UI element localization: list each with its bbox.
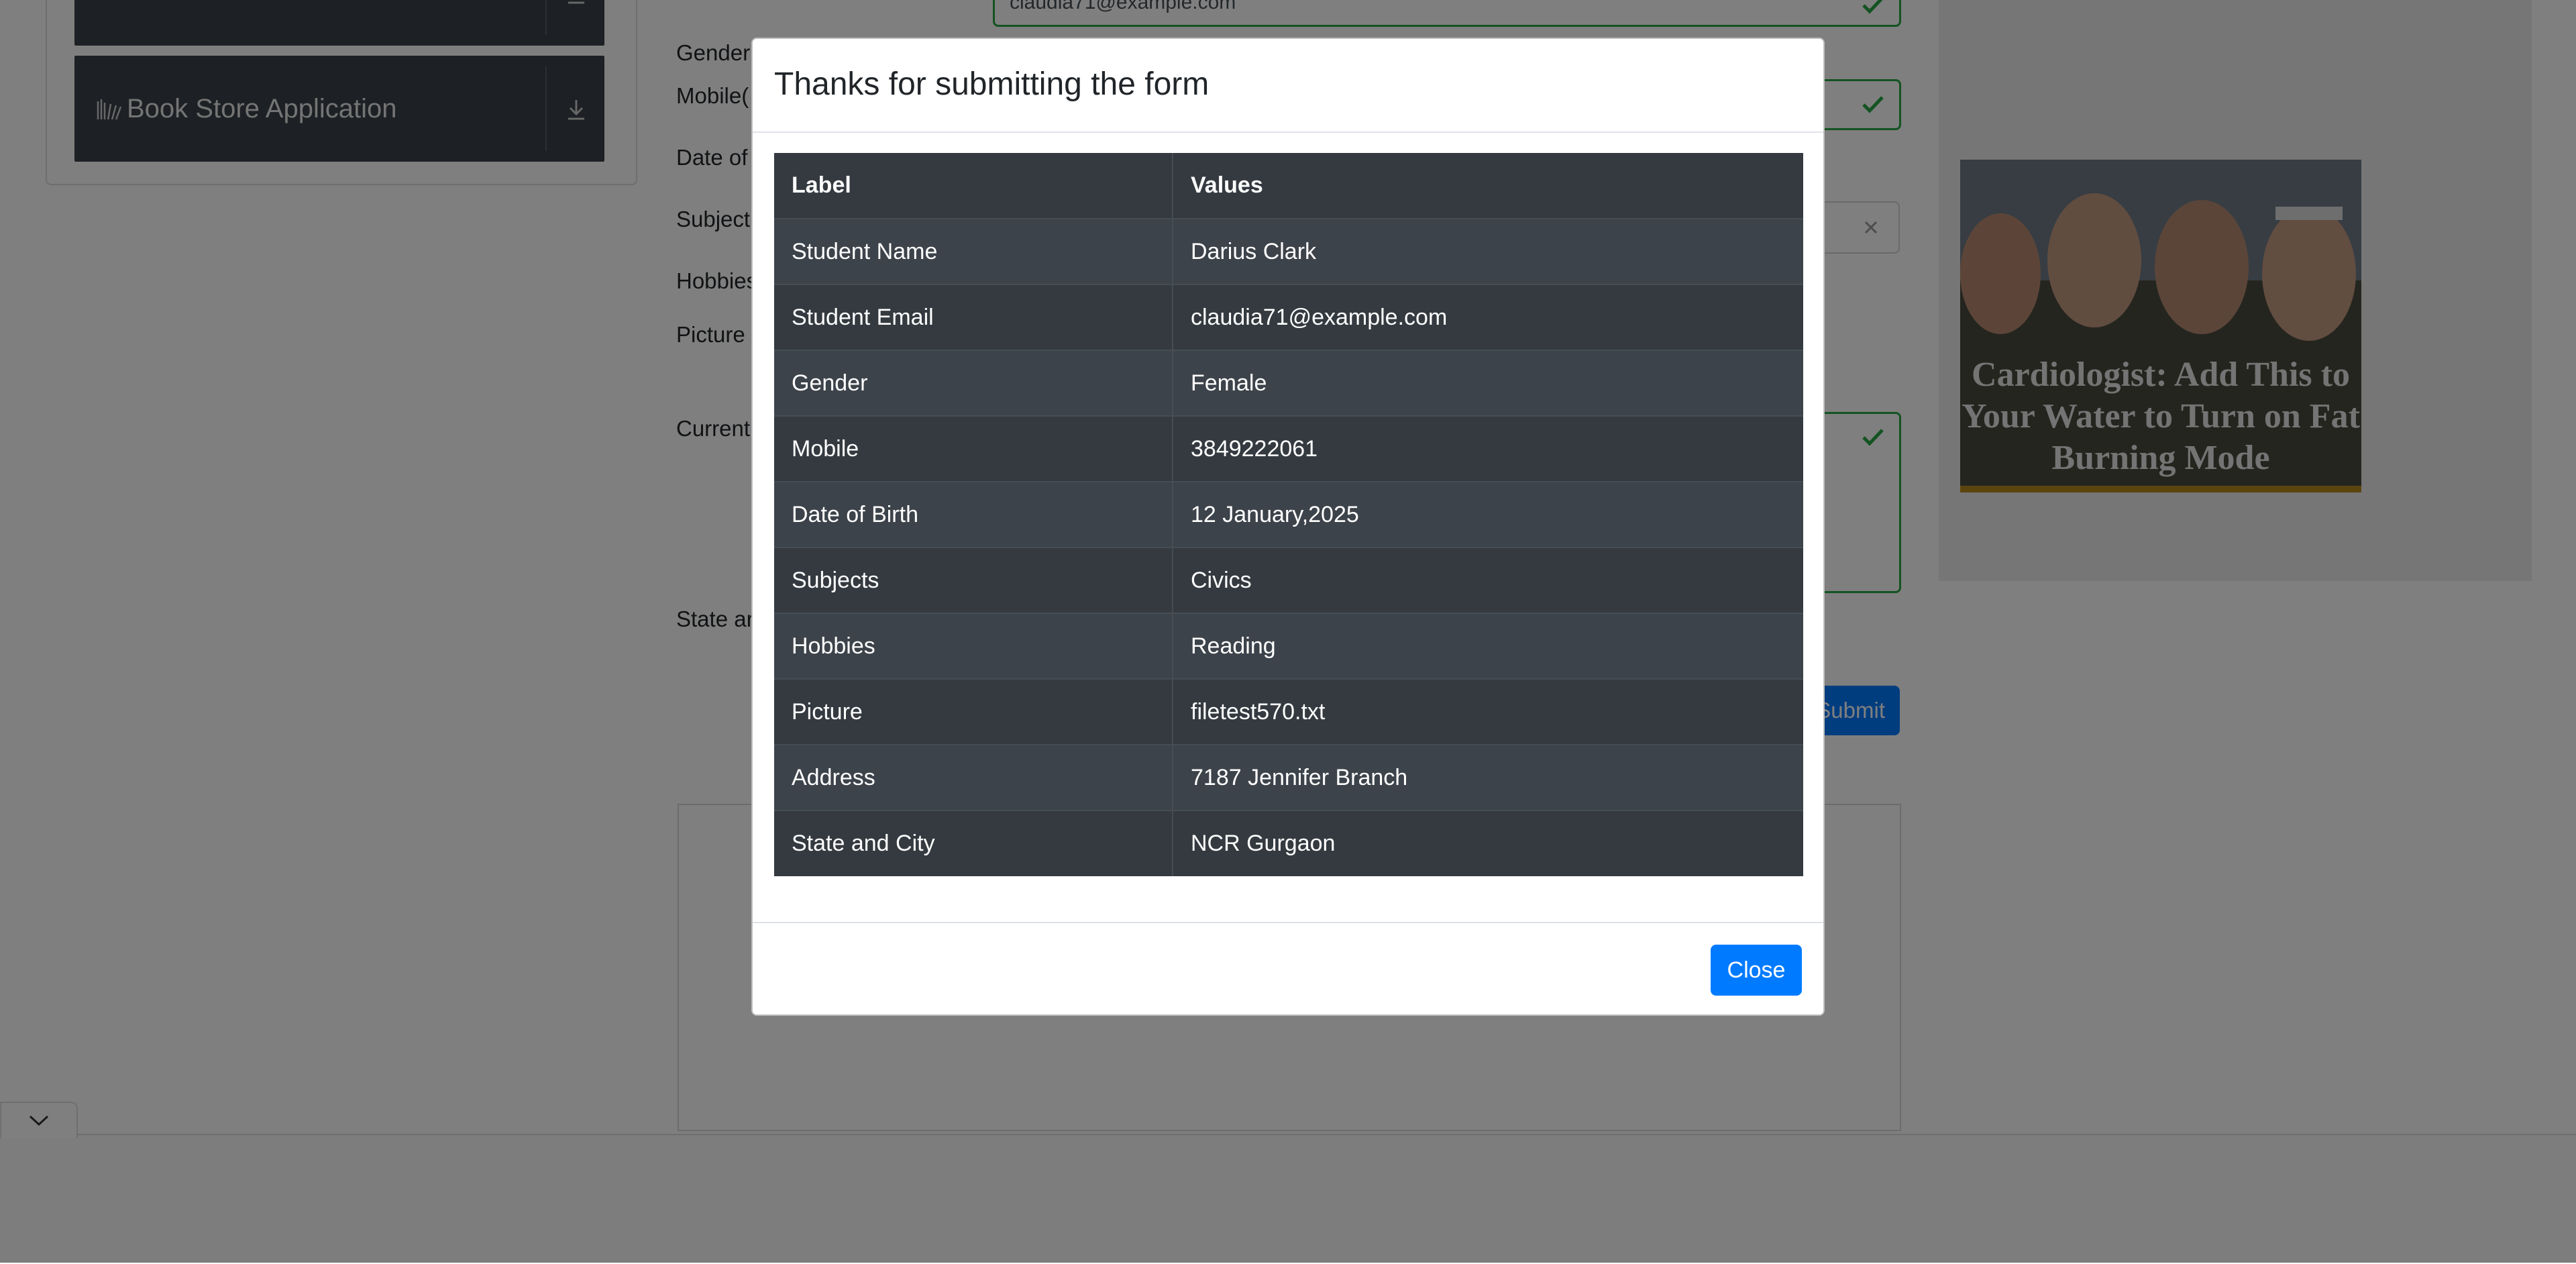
row-value: claudia71@example.com: [1173, 284, 1803, 350]
table-row: Student Name Darius Clark: [774, 218, 1803, 284]
table-row: Picture filetest570.txt: [774, 678, 1803, 745]
submission-modal: Thanks for submitting the form Label Val…: [751, 38, 1825, 1016]
row-label: Student Name: [774, 218, 1173, 284]
modal-header: Thanks for submitting the form: [753, 39, 1823, 133]
row-value: 3849222061: [1173, 415, 1803, 482]
column-header-values: Values: [1173, 153, 1803, 219]
modal-footer: Close: [753, 922, 1823, 1017]
row-value: Female: [1173, 350, 1803, 416]
row-label: Picture: [774, 678, 1173, 745]
row-value: 7187 Jennifer Branch: [1173, 744, 1803, 810]
row-value: Reading: [1173, 613, 1803, 679]
table-row: Address 7187 Jennifer Branch: [774, 744, 1803, 810]
row-label: State and City: [774, 810, 1173, 876]
row-label: Address: [774, 744, 1173, 810]
table-row: Date of Birth 12 January,2025: [774, 481, 1803, 547]
row-value: 12 January,2025: [1173, 481, 1803, 547]
row-value: filetest570.txt: [1173, 678, 1803, 745]
row-value: Civics: [1173, 547, 1803, 613]
table-row: Subjects Civics: [774, 547, 1803, 613]
row-label: Student Email: [774, 284, 1173, 350]
modal-title: Thanks for submitting the form: [774, 66, 1210, 102]
table-header-row: Label Values: [774, 153, 1803, 219]
table-row: State and City NCR Gurgaon: [774, 810, 1803, 876]
row-label: Date of Birth: [774, 481, 1173, 547]
row-label: Subjects: [774, 547, 1173, 613]
results-table: Label Values Student Name Darius Clark S…: [774, 153, 1803, 876]
row-value: Darius Clark: [1173, 218, 1803, 284]
row-label: Hobbies: [774, 613, 1173, 679]
close-button[interactable]: Close: [1711, 945, 1802, 996]
table-row: Hobbies Reading: [774, 613, 1803, 679]
row-label: Gender: [774, 350, 1173, 416]
row-label: Mobile: [774, 415, 1173, 482]
row-value: NCR Gurgaon: [1173, 810, 1803, 876]
table-row: Mobile 3849222061: [774, 415, 1803, 482]
table-row: Student Email claudia71@example.com: [774, 284, 1803, 350]
column-header-label: Label: [774, 153, 1173, 219]
table-row: Gender Female: [774, 350, 1803, 416]
